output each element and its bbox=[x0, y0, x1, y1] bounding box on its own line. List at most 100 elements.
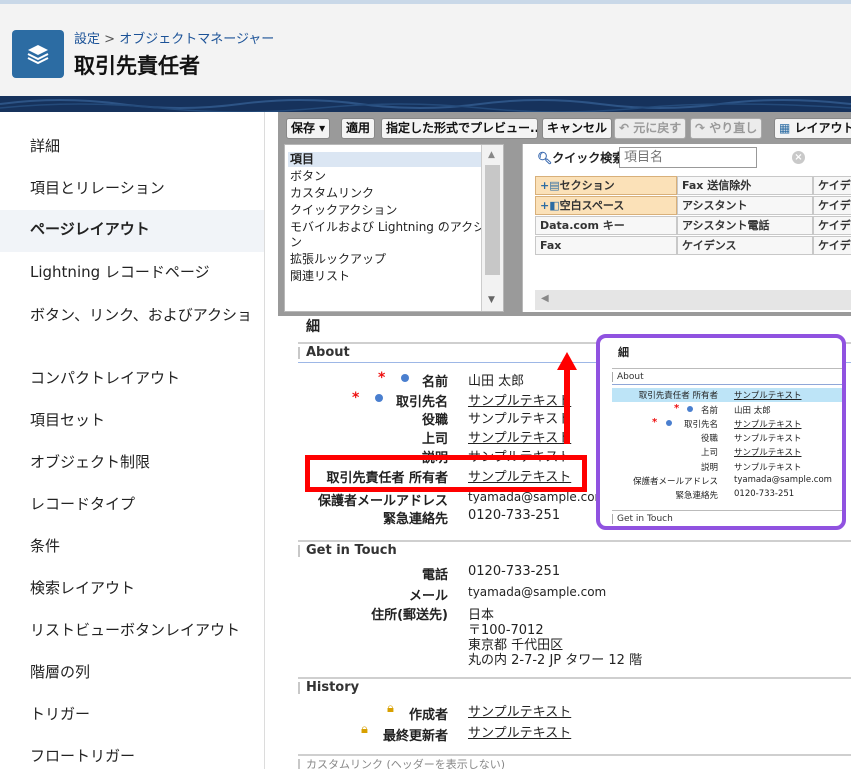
preview-field-label-description: 説明 bbox=[700, 463, 718, 473]
field-label-emergency: 緊急連絡先 bbox=[382, 512, 448, 527]
section-get-in-touch[interactable]: Get in Touch bbox=[298, 540, 851, 560]
palette-item-field[interactable]: アシスタント bbox=[677, 196, 813, 215]
palette-category-mobile-actions[interactable]: モバイルおよび Lightning のアクショ bbox=[290, 220, 482, 235]
arrow-up-icon bbox=[557, 352, 577, 444]
quick-search-label: 🔍︎クイック検索 bbox=[537, 151, 625, 165]
sidebar-item-conditions[interactable]: 条件 bbox=[0, 536, 264, 557]
breadcrumb-setup-link[interactable]: 設定 bbox=[74, 32, 100, 47]
cancel-button[interactable]: キャンセル bbox=[542, 118, 613, 139]
sidebar: 詳細 項目とリレーション ページレイアウト Lightning レコードページ … bbox=[0, 112, 265, 769]
preview-field-label-name: 名前 bbox=[700, 406, 718, 416]
undo-icon: ↶ bbox=[619, 121, 630, 135]
preview-field-value-account: サンプルテキスト bbox=[734, 420, 802, 430]
field-value-name[interactable]: 山田 太郎 bbox=[468, 370, 524, 389]
palette-category-fields[interactable]: 項目 bbox=[288, 152, 483, 167]
sidebar-item-hierarchy-columns[interactable]: 階層の列 bbox=[0, 662, 264, 683]
preview-field-label-title: 役職 bbox=[700, 434, 718, 444]
detail-section-title: 細 bbox=[306, 319, 320, 335]
header-banner bbox=[0, 96, 851, 112]
field-value-phone[interactable]: 0120-733-251 bbox=[468, 564, 560, 579]
palette-item-field[interactable]: ケイデン bbox=[813, 216, 851, 235]
field-label-last-modified-by: 最終更新者 bbox=[382, 729, 448, 744]
palette-item-blank-space[interactable]: +◧空白スペース bbox=[535, 196, 677, 215]
scroll-up-icon[interactable]: ▲ bbox=[488, 150, 495, 160]
sidebar-item-search-layouts[interactable]: 検索レイアウト bbox=[0, 578, 264, 599]
sidebar-item-record-types[interactable]: レコードタイプ bbox=[0, 494, 264, 515]
field-value-emergency[interactable]: 0120-733-251 bbox=[468, 508, 560, 523]
sidebar-item-fields[interactable]: 項目とリレーション bbox=[0, 178, 264, 199]
sidebar-item-field-sets[interactable]: 項目セット bbox=[0, 410, 264, 431]
palette-item-field[interactable]: Fax bbox=[535, 236, 677, 255]
preview-section-get-in-touch: Get in Touch bbox=[612, 514, 673, 524]
field-value-last-modified-by[interactable]: サンプルテキスト bbox=[468, 722, 571, 741]
preview-field-value-title: サンプルテキスト bbox=[734, 434, 802, 444]
field-label-phone: 電話 bbox=[421, 568, 448, 583]
palette-item-field[interactable]: ケイデン bbox=[813, 196, 851, 215]
sidebar-item-list-view-button-layout[interactable]: リストビューボタンレイアウト bbox=[0, 620, 264, 641]
layout-icon: ▦ bbox=[779, 121, 791, 135]
layout-properties-button[interactable]: ▦ レイアウトの bbox=[774, 118, 851, 139]
undo-button[interactable]: ↶ 元に戻す bbox=[614, 118, 687, 139]
palette-category-expanded-lookups[interactable]: 拡張ルックアップ bbox=[290, 252, 482, 267]
palette-category-buttons[interactable]: ボタン bbox=[290, 169, 482, 184]
preview-field-value-guardian-email: tyamada@sample.com bbox=[734, 475, 832, 485]
palette-list-scrollbar[interactable]: ▲ ▼ bbox=[481, 145, 503, 311]
palette-item-field[interactable]: アシスタント電話 bbox=[677, 216, 813, 235]
page-header: 設定 > オブジェクトマネージャー 取引先責任者 bbox=[0, 0, 851, 96]
sidebar-item-buttons-links-actions[interactable]: ボタン、リンク、およびアクション bbox=[0, 305, 264, 326]
sidebar-item-object-limits[interactable]: オブジェクト制限 bbox=[0, 452, 264, 473]
field-label-reports-to: 上司 bbox=[421, 432, 448, 447]
sidebar-item-flow-triggers[interactable]: フロートリガー bbox=[0, 746, 264, 767]
sidebar-item-page-layouts[interactable]: ページレイアウト bbox=[0, 210, 264, 252]
section-history[interactable]: History bbox=[298, 677, 851, 697]
palette-category-custom-links[interactable]: カスタムリンク bbox=[290, 186, 482, 201]
sidebar-item-lightning-record-pages[interactable]: Lightning レコードページ bbox=[0, 262, 264, 283]
highlight-box bbox=[305, 455, 587, 492]
field-value-address-street[interactable]: 丸の内 2-7-2 JP タワー 12 階 bbox=[468, 649, 642, 668]
save-button[interactable]: 保存 ▾ bbox=[286, 118, 331, 139]
palette-category-related-lists[interactable]: 関連リスト bbox=[290, 269, 482, 284]
palette-grid-scrollbar[interactable]: ◀ bbox=[535, 290, 851, 310]
scrollbar-thumb[interactable] bbox=[485, 165, 500, 275]
section-custom-links[interactable]: カスタムリンク (ヘッダーを表示しない) bbox=[298, 754, 851, 769]
preview-field-label-emergency: 緊急連絡先 bbox=[675, 491, 718, 501]
scroll-left-icon[interactable]: ◀ bbox=[541, 293, 549, 304]
field-label-account: 取引先名 bbox=[395, 395, 448, 410]
sidebar-item-details[interactable]: 詳細 bbox=[0, 136, 264, 157]
sidebar-item-triggers[interactable]: トリガー bbox=[0, 704, 264, 725]
palette-item-field[interactable]: ケイデンス bbox=[677, 236, 813, 255]
preview-section-about: About bbox=[612, 372, 644, 382]
layers-icon bbox=[12, 30, 64, 78]
breadcrumb-object-manager-link[interactable]: オブジェクトマネージャー bbox=[119, 32, 274, 47]
field-label-email: メール bbox=[408, 589, 448, 604]
field-label-title: 役職 bbox=[421, 413, 448, 428]
palette-item-field[interactable]: ケイデン bbox=[813, 236, 851, 255]
field-value-created-by[interactable]: サンプルテキスト bbox=[468, 701, 571, 720]
scroll-down-icon[interactable]: ▼ bbox=[488, 295, 495, 305]
redo-label: やり直し bbox=[709, 121, 758, 135]
preview-field-label-owner: 取引先責任者 所有者 bbox=[638, 391, 718, 401]
quick-search-input[interactable] bbox=[619, 147, 757, 168]
preview-field-value-emergency: 0120-733-251 bbox=[734, 489, 795, 499]
palette-item-field[interactable]: Fax 送信除外 bbox=[677, 176, 813, 195]
undo-label: 元に戻す bbox=[633, 121, 682, 135]
field-value-email[interactable]: tyamada@sample.com bbox=[468, 585, 606, 599]
clear-search-icon[interactable]: × bbox=[792, 151, 805, 164]
redo-button[interactable]: ↷ やり直し bbox=[690, 118, 763, 139]
preview-field-value-description: サンプルテキスト bbox=[734, 463, 802, 473]
field-label-created-by: 作成者 bbox=[408, 708, 448, 723]
field-value-guardian-email[interactable]: tyamada@sample.com bbox=[468, 490, 606, 504]
palette-fields-grid: 🔍︎クイック検索 × +▤セクション Fax 送信除外 ケイデン +◧空白スペー… bbox=[522, 144, 851, 312]
field-label-mailing-address: 住所(郵送先) bbox=[371, 608, 448, 623]
quick-save-button[interactable]: 適用 bbox=[341, 118, 376, 139]
preview-as-button[interactable]: 指定した形式でプレビュー...▾ bbox=[381, 118, 538, 139]
palette-item-section[interactable]: +▤セクション bbox=[535, 176, 677, 195]
breadcrumb-separator: > bbox=[104, 32, 116, 47]
palette-item-field[interactable]: Data.com キー bbox=[535, 216, 677, 235]
preview-field-label-reports-to: 上司 bbox=[700, 448, 718, 458]
palette-category-quick-actions[interactable]: クイックアクション bbox=[290, 203, 482, 218]
preview-field-value-owner: サンプルテキスト bbox=[734, 391, 802, 401]
page-title: 取引先責任者 bbox=[74, 54, 200, 78]
sidebar-item-compact-layouts[interactable]: コンパクトレイアウト bbox=[0, 368, 264, 389]
palette-item-field[interactable]: ケイデン bbox=[813, 176, 851, 195]
